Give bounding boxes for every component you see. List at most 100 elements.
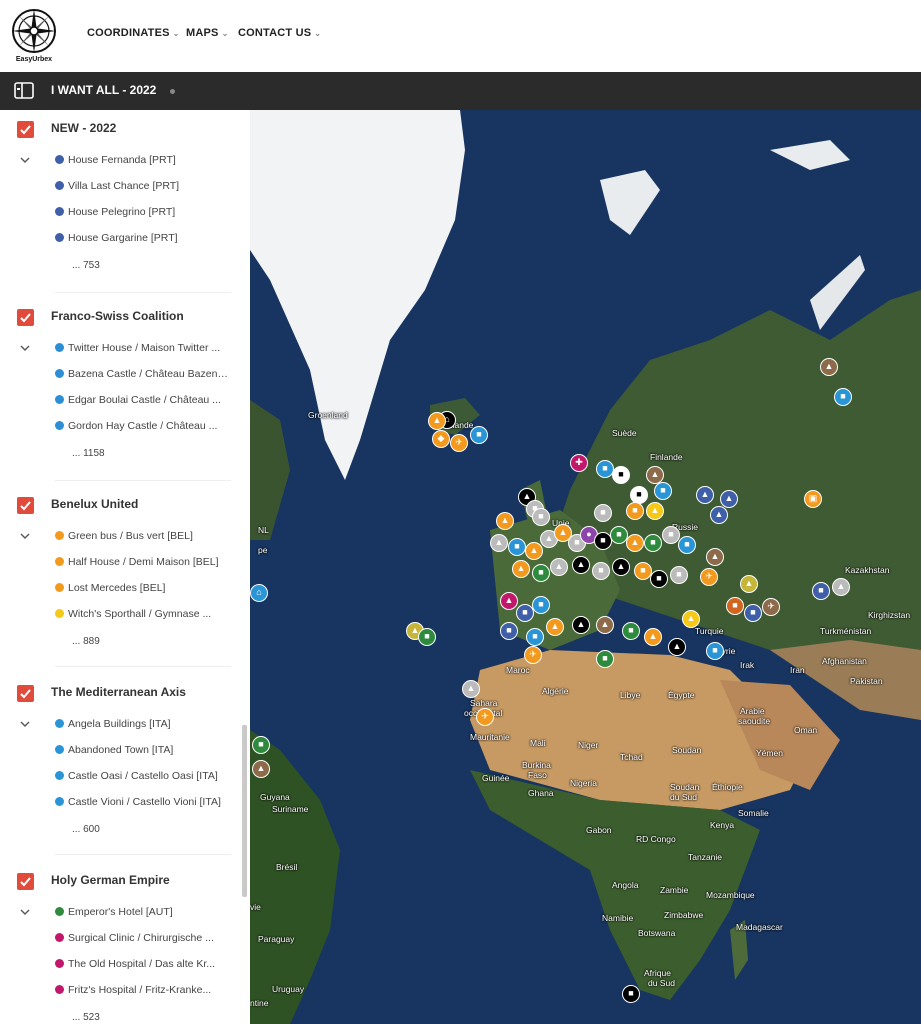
location-marker[interactable]: ■	[532, 564, 550, 582]
location-marker[interactable]: ■	[622, 622, 640, 640]
location-marker[interactable]: ▲	[546, 618, 564, 636]
location-marker[interactable]: ■	[650, 570, 668, 588]
sidebar-toggle-icon[interactable]	[14, 82, 34, 99]
location-marker[interactable]: ✈	[450, 434, 468, 452]
location-marker[interactable]: ■	[612, 466, 630, 484]
location-marker[interactable]: ■	[812, 582, 830, 600]
location-marker[interactable]: ▲	[710, 506, 728, 524]
list-item[interactable]: Witch's Sporthall / Gymnase ...	[55, 608, 230, 626]
chevron-down-icon[interactable]	[19, 154, 31, 166]
layer-sidebar[interactable]: NEW - 2022 House Fernanda [PRT] Villa La…	[0, 110, 251, 1024]
location-marker[interactable]: ▲	[428, 412, 446, 430]
location-marker[interactable]: ◆	[432, 430, 450, 448]
more-count[interactable]: ... 889	[72, 636, 100, 647]
list-item[interactable]: Bazena Castle / Château Bazena ...	[55, 368, 230, 386]
nav-coordinates[interactable]: COORDINATES ⌄	[87, 27, 180, 39]
location-marker[interactable]: ■	[834, 388, 852, 406]
location-marker[interactable]: ▲	[572, 616, 590, 634]
group-checkbox[interactable]	[17, 873, 34, 890]
location-marker[interactable]: ■	[418, 628, 436, 646]
layer-options-dot[interactable]	[170, 89, 175, 94]
list-item[interactable]: Edgar Boulai Castle / Château ...	[55, 394, 230, 412]
more-count[interactable]: ... 753	[72, 260, 100, 271]
nav-contact-us[interactable]: CONTACT US ⌄	[238, 27, 321, 39]
location-marker[interactable]: ■	[706, 642, 724, 660]
list-item[interactable]: Emperor's Hotel [AUT]	[55, 906, 230, 924]
list-item[interactable]: Villa Last Chance [PRT]	[55, 180, 230, 198]
more-count[interactable]: ... 600	[72, 824, 100, 835]
location-marker[interactable]: ■	[626, 502, 644, 520]
location-marker[interactable]: ▲	[572, 556, 590, 574]
list-item[interactable]: Fritz's Hospital / Fritz-Kranke...	[55, 984, 230, 1002]
location-marker[interactable]: ▲	[696, 486, 714, 504]
list-item[interactable]: Green bus / Bus vert [BEL]	[55, 530, 230, 548]
location-marker[interactable]: ▲	[720, 490, 738, 508]
location-marker[interactable]: ▲	[490, 534, 508, 552]
list-item[interactable]: Abandoned Town [ITA]	[55, 744, 230, 762]
list-item[interactable]: House Fernanda [PRT]	[55, 154, 230, 172]
location-marker[interactable]: ■	[662, 526, 680, 544]
location-marker[interactable]: ▲	[706, 548, 724, 566]
easyurbex-logo[interactable]: EasyUrbex	[9, 6, 59, 66]
chevron-down-icon[interactable]	[19, 906, 31, 918]
nav-maps[interactable]: MAPS ⌄	[186, 27, 229, 39]
sidebar-scrollbar[interactable]	[242, 725, 247, 897]
location-marker[interactable]: ▣	[804, 490, 822, 508]
chevron-down-icon[interactable]	[19, 530, 31, 542]
location-marker[interactable]: ■	[670, 566, 688, 584]
location-marker[interactable]: ■	[252, 736, 270, 754]
list-item[interactable]: Surgical Clinic / Chirurgische ...	[55, 932, 230, 950]
location-marker[interactable]: ▲	[512, 560, 530, 578]
location-marker[interactable]: ■	[500, 622, 518, 640]
chevron-down-icon[interactable]	[19, 342, 31, 354]
list-item[interactable]: Angela Buildings [ITA]	[55, 718, 230, 736]
location-marker[interactable]: ▲	[612, 558, 630, 576]
location-marker[interactable]: ▲	[462, 680, 480, 698]
location-marker[interactable]: ■	[526, 628, 544, 646]
location-marker[interactable]: ■	[726, 597, 744, 615]
group-checkbox[interactable]	[17, 309, 34, 326]
list-item[interactable]: Lost Mercedes [BEL]	[55, 582, 230, 600]
location-marker[interactable]: ■	[744, 604, 762, 622]
more-count[interactable]: ... 1158	[72, 448, 105, 459]
location-marker[interactable]: ▲	[820, 358, 838, 376]
location-marker[interactable]: ▲	[500, 592, 518, 610]
location-marker[interactable]: ■	[532, 596, 550, 614]
list-item[interactable]: House Pelegrino [PRT]	[55, 206, 230, 224]
group-checkbox[interactable]	[17, 121, 34, 138]
location-marker[interactable]: ▲	[740, 575, 758, 593]
location-marker[interactable]: ■	[508, 538, 526, 556]
location-marker[interactable]: ■	[644, 534, 662, 552]
location-marker[interactable]: ▲	[596, 616, 614, 634]
list-item[interactable]: Half House / Demi Maison [BEL]	[55, 556, 230, 574]
group-checkbox[interactable]	[17, 685, 34, 702]
location-marker[interactable]: ▲	[646, 502, 664, 520]
location-marker[interactable]: ■	[594, 504, 612, 522]
location-marker[interactable]: ■	[596, 650, 614, 668]
location-marker[interactable]: ▲	[832, 578, 850, 596]
location-marker[interactable]: ✈	[700, 568, 718, 586]
location-marker[interactable]: ■	[678, 536, 696, 554]
location-marker[interactable]: ✈	[476, 708, 494, 726]
location-marker[interactable]: ▲	[644, 628, 662, 646]
more-count[interactable]: ... 523	[72, 1012, 100, 1023]
location-marker[interactable]: ▲	[682, 610, 700, 628]
list-item[interactable]: Castle Vioni / Castello Vioni [ITA]	[55, 796, 230, 814]
world-map[interactable]: Groenland Islande Suède Finlande Russie …	[250, 110, 921, 1024]
location-marker[interactable]: ■	[654, 482, 672, 500]
chevron-down-icon[interactable]	[19, 718, 31, 730]
location-marker[interactable]: ✈	[524, 646, 542, 664]
location-marker[interactable]: ■	[470, 426, 488, 444]
group-checkbox[interactable]	[17, 497, 34, 514]
location-marker[interactable]: ■	[532, 508, 550, 526]
list-item[interactable]: Twitter House / Maison Twitter ...	[55, 342, 230, 360]
location-marker[interactable]: ▲	[550, 558, 568, 576]
location-marker[interactable]: ⌂	[250, 584, 268, 602]
location-marker[interactable]: ▲	[525, 542, 543, 560]
location-marker[interactable]: ▲	[496, 512, 514, 530]
location-marker[interactable]: ■	[622, 985, 640, 1003]
location-marker[interactable]: ✚	[570, 454, 588, 472]
location-marker[interactable]: ▲	[252, 760, 270, 778]
list-item[interactable]: The Old Hospital / Das alte Kr...	[55, 958, 230, 976]
list-item[interactable]: Gordon Hay Castle / Château ...	[55, 420, 230, 438]
